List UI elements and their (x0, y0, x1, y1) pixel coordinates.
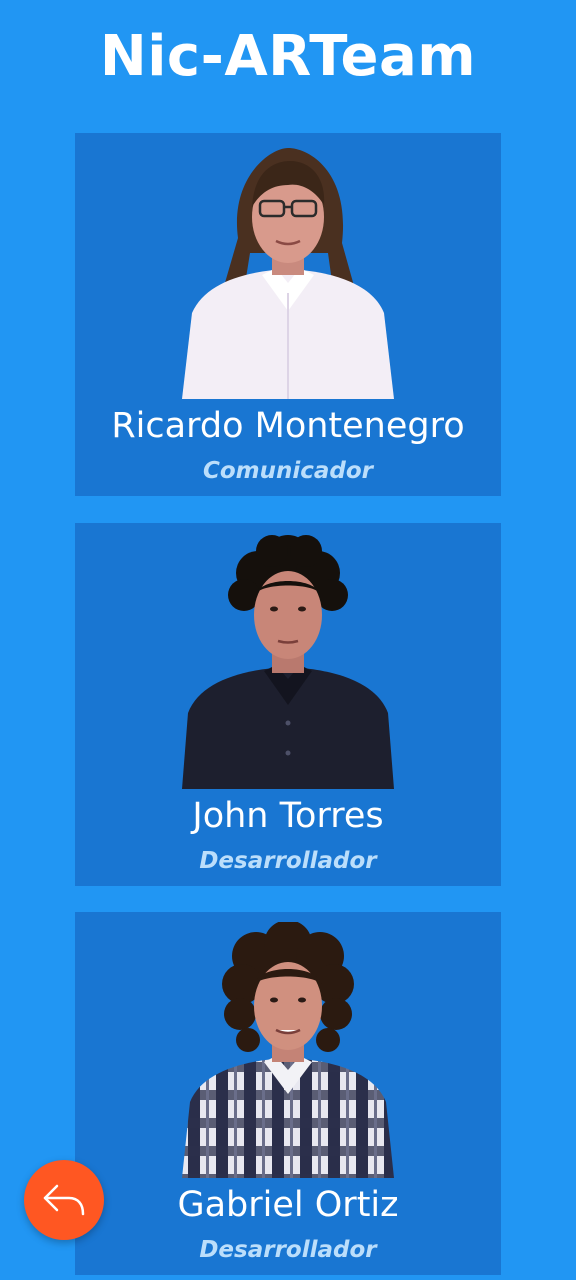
member-name: John Torres (192, 796, 384, 836)
member-photo (182, 922, 394, 1178)
reply-arrow-icon (43, 1184, 85, 1216)
team-member-card: Ricardo Montenegro Comunicador (75, 133, 501, 496)
member-photo (182, 535, 394, 789)
back-button[interactable] (24, 1160, 104, 1240)
member-role: Comunicador (202, 458, 374, 484)
member-name: Gabriel Ortiz (177, 1185, 399, 1225)
team-member-card: Gabriel Ortiz Desarrollador (75, 912, 501, 1275)
page-title: Nic-ARTeam (99, 24, 477, 89)
team-member-card: John Torres Desarrollador (75, 523, 501, 886)
member-name: Ricardo Montenegro (111, 406, 465, 446)
member-photo (182, 148, 394, 399)
member-role: Desarrollador (199, 1237, 377, 1263)
member-role: Desarrollador (199, 848, 377, 874)
